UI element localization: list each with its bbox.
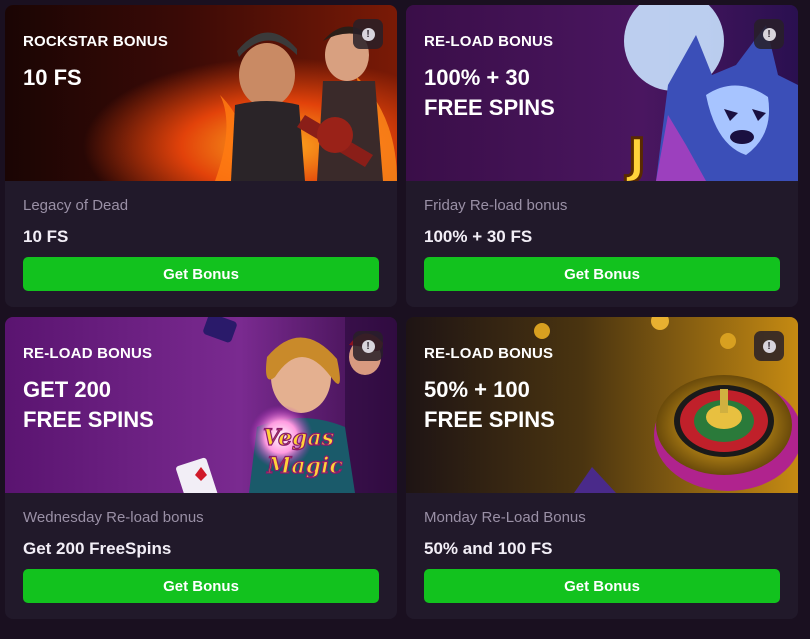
exclamation-icon: ! — [361, 339, 375, 353]
bonus-category: RE-LOAD BONUS — [424, 33, 554, 50]
bonus-card-wednesday-reload: Vegas Magic RE-LOAD BONUS GET 200 FREE S… — [5, 317, 397, 619]
info-button[interactable]: ! — [754, 19, 784, 49]
game-name: Friday Re-load bonus — [424, 197, 568, 214]
bonus-grid: ROCKSTAR BONUS 10 FS ! Legacy of Dead 10… — [0, 0, 810, 639]
bonus-banner-title: 50% + 100 FREE SPINS — [424, 377, 555, 432]
get-bonus-button[interactable]: Get Bonus — [424, 569, 780, 603]
info-button[interactable]: ! — [754, 331, 784, 361]
offer-text: 100% + 30 FS — [424, 227, 533, 246]
banner-art-rock-band — [5, 5, 397, 181]
game-name: Legacy of Dead — [23, 197, 129, 214]
bonus-banner-title: 10 FS — [23, 65, 82, 90]
get-bonus-button[interactable]: Get Bonus — [23, 569, 379, 603]
vegas-magic-logo-text: Vegas — [263, 425, 334, 451]
bonus-category: ROCKSTAR BONUS — [23, 33, 169, 50]
offer-text: 50% and 100 FS — [424, 539, 553, 558]
offer-text: 10 FS — [23, 227, 69, 246]
banner: Vegas Magic RE-LOAD BONUS GET 200 FREE S… — [5, 317, 397, 493]
game-name: Wednesday Re-load bonus — [23, 509, 204, 526]
svg-text:Magic: Magic — [266, 453, 343, 479]
get-bonus-button[interactable]: Get Bonus — [424, 257, 780, 291]
bonus-category: RE-LOAD BONUS — [23, 345, 153, 362]
exclamation-icon: ! — [762, 339, 776, 353]
exclamation-icon: ! — [762, 27, 776, 41]
banner: RE-LOAD BONUS 50% + 100 FREE SPINS ! — [406, 317, 798, 493]
info-button[interactable]: ! — [353, 331, 383, 361]
bonus-card-friday-reload: J RE-LOAD BONUS 100% + 30 FREE SPINS ! F… — [406, 5, 798, 307]
bonus-card-monday-reload: RE-LOAD BONUS 50% + 100 FREE SPINS ! Mon… — [406, 317, 798, 619]
banner: J RE-LOAD BONUS 100% + 30 FREE SPINS ! — [406, 5, 798, 181]
bonus-category: RE-LOAD BONUS — [424, 345, 554, 362]
bonus-banner-title: GET 200 FREE SPINS — [23, 377, 154, 432]
game-name: Monday Re-Load Bonus — [424, 509, 586, 526]
get-bonus-button[interactable]: Get Bonus — [23, 257, 379, 291]
bonus-card-rockstar: ROCKSTAR BONUS 10 FS ! Legacy of Dead 10… — [5, 5, 397, 307]
exclamation-icon: ! — [361, 27, 375, 41]
svg-text:J: J — [625, 129, 646, 181]
info-button[interactable]: ! — [353, 19, 383, 49]
offer-text: Get 200 FreeSpins — [23, 539, 172, 558]
bonus-banner-title: 100% + 30 FREE SPINS — [424, 65, 555, 120]
banner: ROCKSTAR BONUS 10 FS ! — [5, 5, 397, 181]
